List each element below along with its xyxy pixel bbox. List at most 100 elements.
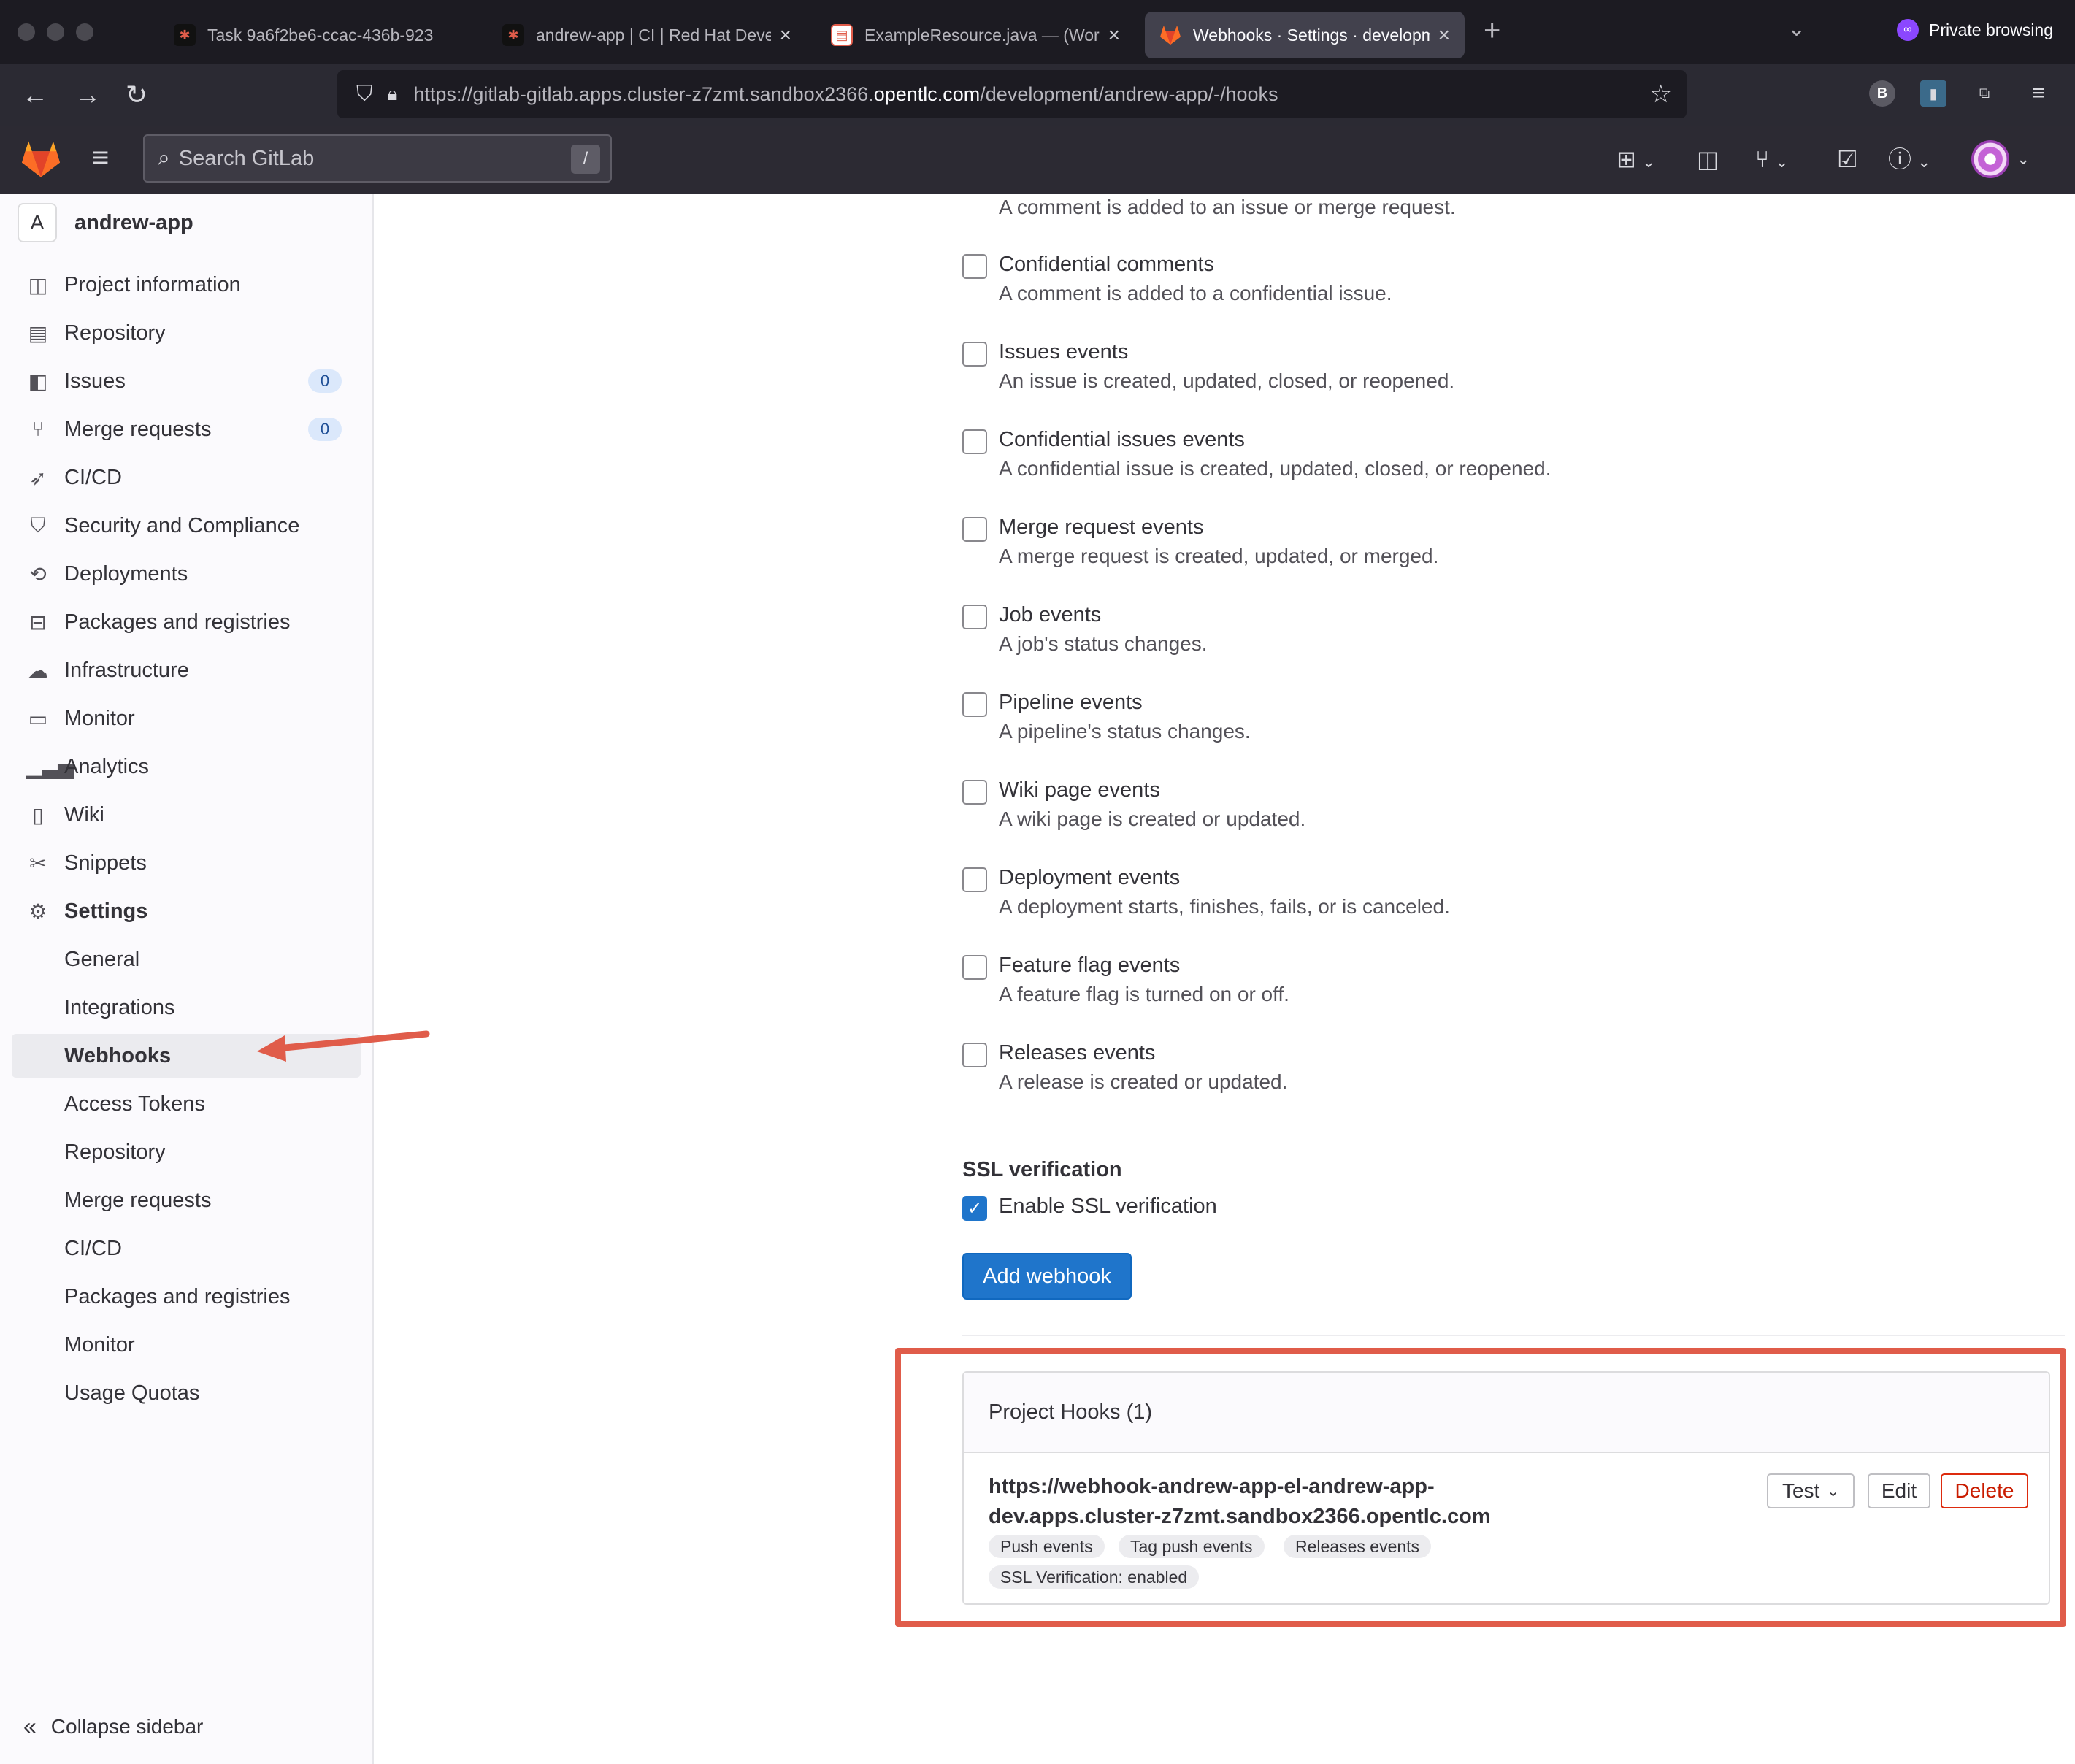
event-description: A comment is added to an issue or merge …	[999, 196, 1456, 218]
event-checkbox[interactable]	[962, 605, 987, 629]
browser-tab[interactable]: ▤ ExampleResource.java — (Work ×	[816, 12, 1135, 58]
sidebar-item-issues[interactable]: ◧ Issues 0	[12, 359, 361, 403]
gear-icon: ⚙	[28, 900, 47, 923]
gitlab-top-bar: ≡ ⌕ Search GitLab / ⊞ ⌄ ◫ ⑂ ⌄ ☑ ⓘ ⌄ ⌄	[0, 126, 2075, 194]
issues-icon[interactable]: ◫	[1697, 143, 1719, 175]
private-browsing-indicator: ∞ Private browsing	[1897, 19, 2053, 41]
window-zoom-button[interactable]	[76, 23, 93, 41]
new-tab-icon[interactable]: +	[1484, 15, 1500, 47]
project-name: andrew-app	[74, 210, 193, 234]
chevron-down-icon[interactable]: ⌄	[2017, 143, 2030, 175]
sidebar-subitem-access-tokens[interactable]: Access Tokens	[12, 1082, 361, 1126]
address-bar[interactable]: ⛉ 🔒︎ https://gitlab-gitlab.apps.cluster-…	[337, 70, 1687, 118]
app-menu-icon[interactable]: ≡	[2025, 80, 2052, 107]
event-checkbox[interactable]	[962, 692, 987, 717]
gitlab-favicon-icon	[1159, 24, 1181, 46]
sidebar-item-packages[interactable]: ⊟ Packages and registries	[12, 600, 361, 644]
extension-bars-icon[interactable]: ▮	[1920, 80, 1946, 107]
sidebar-item-infrastructure[interactable]: ☁ Infrastructure	[12, 648, 361, 692]
search-icon: ⌕	[158, 146, 170, 170]
event-checkbox[interactable]	[962, 780, 987, 805]
sidebar-subitem-general[interactable]: General	[12, 937, 361, 981]
event-checkbox[interactable]	[962, 342, 987, 367]
browser-tab-bar: ✱ Task 9a6f2be6-ccac-436b-923 ✱ andrew-a…	[0, 0, 2075, 64]
tracking-shield-icon[interactable]: ⛉	[356, 82, 373, 107]
browser-tab[interactable]: ✱ Task 9a6f2be6-ccac-436b-923	[159, 12, 477, 58]
event-checkbox[interactable]	[962, 429, 987, 454]
event-description: A release is created or updated.	[999, 1070, 1288, 1093]
chart-icon: ▁▃▅	[26, 755, 74, 778]
sidebar-item-analytics[interactable]: ▁▃▅ Analytics	[12, 745, 361, 789]
main-menu-icon[interactable]: ≡	[92, 142, 109, 175]
info-icon: ◫	[28, 273, 48, 296]
terminal-favicon-icon: ✱	[502, 24, 524, 46]
tab-title: ExampleResource.java — (Work	[864, 25, 1100, 45]
collapse-sidebar-button[interactable]: « Collapse sidebar	[23, 1713, 203, 1740]
search-input[interactable]: ⌕ Search GitLab /	[143, 134, 612, 183]
sidebar-item-deployments[interactable]: ⟲ Deployments	[12, 552, 361, 596]
forward-arrow-icon[interactable]: →	[74, 79, 101, 111]
ssl-checkbox[interactable]: ✓	[962, 1196, 987, 1221]
merge-requests-icon[interactable]: ⑂ ⌄	[1755, 143, 1789, 178]
user-avatar[interactable]	[1971, 140, 2009, 178]
sidebar-subitem-usage-quotas[interactable]: Usage Quotas	[12, 1371, 361, 1415]
sidebar-item-wiki[interactable]: ▯ Wiki	[12, 793, 361, 837]
bookmark-star-icon[interactable]: ☆	[1650, 80, 1672, 109]
event-title: Merge request events	[999, 515, 1204, 539]
window-close-button[interactable]	[18, 23, 35, 41]
close-tab-icon[interactable]: ×	[780, 23, 791, 47]
project-header[interactable]: A andrew-app	[18, 203, 193, 242]
window-minimize-button[interactable]	[47, 23, 64, 41]
sidebar-item-settings[interactable]: ⚙ Settings	[12, 889, 361, 933]
event-checkbox[interactable]	[962, 1043, 987, 1067]
ssl-verification-heading: SSL verification	[962, 1158, 1122, 1181]
event-description: A comment is added to a confidential iss…	[999, 282, 1392, 304]
sidebar-subitem-merge-requests[interactable]: Merge requests	[12, 1178, 361, 1222]
extensions-puzzle-icon[interactable]: ⧉	[1971, 80, 1998, 107]
event-description: A merge request is created, updated, or …	[999, 545, 1439, 567]
reload-icon[interactable]: ↻	[126, 79, 147, 111]
sidebar-subitem-repository[interactable]: Repository	[12, 1130, 361, 1174]
event-checkbox[interactable]	[962, 517, 987, 542]
search-shortcut-hint: /	[571, 145, 600, 174]
close-tab-icon[interactable]: ×	[1108, 23, 1120, 47]
event-checkbox[interactable]	[962, 867, 987, 892]
event-description: A job's status changes.	[999, 632, 1208, 655]
private-browsing-label: Private browsing	[1929, 20, 2054, 39]
sidebar-subitem-cicd[interactable]: CI/CD	[12, 1227, 361, 1270]
event-checkbox[interactable]	[962, 254, 987, 279]
help-icon[interactable]: ⓘ ⌄	[1888, 143, 1930, 178]
monitor-icon: ▭	[28, 707, 48, 730]
sidebar-item-merge-requests[interactable]: ⑂ Merge requests 0	[12, 407, 361, 451]
sidebar-subitem-packages[interactable]: Packages and registries	[12, 1275, 361, 1319]
doc-icon: ▤	[28, 321, 48, 345]
ssl-label: Enable SSL verification	[999, 1194, 1217, 1218]
lock-icon[interactable]: 🔒︎	[388, 83, 398, 106]
browser-tab[interactable]: ✱ andrew-app | CI | Red Hat Devel ×	[488, 12, 806, 58]
sidebar-item-security[interactable]: ⛉ Security and Compliance	[12, 504, 361, 548]
create-new-icon[interactable]: ⊞ ⌄	[1616, 143, 1655, 178]
url-text: https://gitlab-gitlab.apps.cluster-z7zmt…	[413, 83, 1278, 105]
back-arrow-icon[interactable]: ←	[22, 79, 48, 111]
tab-title: andrew-app | CI | Red Hat Devel	[536, 25, 771, 45]
extension-b-icon[interactable]: B	[1869, 80, 1895, 107]
project-avatar: A	[18, 203, 57, 242]
event-description: A deployment starts, finishes, fails, or…	[999, 895, 1450, 918]
sidebar-item-cicd[interactable]: ➶ CI/CD	[12, 456, 361, 499]
browser-tab-active[interactable]: Webhooks · Settings · developm ×	[1145, 12, 1465, 58]
list-all-tabs-icon[interactable]: ⌄	[1787, 16, 1806, 42]
gitlab-logo-icon[interactable]	[20, 140, 61, 178]
sidebar-item-snippets[interactable]: ✂ Snippets	[12, 841, 361, 885]
close-tab-icon[interactable]: ×	[1438, 23, 1450, 47]
double-chevron-left-icon: «	[23, 1713, 37, 1739]
event-checkbox[interactable]	[962, 955, 987, 980]
event-title: Confidential comments	[999, 253, 1214, 276]
sidebar-subitem-monitor[interactable]: Monitor	[12, 1323, 361, 1367]
tab-title: Webhooks · Settings · developm	[1193, 25, 1430, 45]
sidebar-item-repository[interactable]: ▤ Repository	[12, 311, 361, 355]
sidebar-item-project-information[interactable]: ◫ Project information	[12, 263, 361, 307]
sidebar-item-monitor[interactable]: ▭ Monitor	[12, 697, 361, 740]
todo-icon[interactable]: ☑	[1837, 143, 1858, 175]
add-webhook-button[interactable]: Add webhook	[962, 1253, 1132, 1300]
event-description: A wiki page is created or updated.	[999, 808, 1306, 830]
